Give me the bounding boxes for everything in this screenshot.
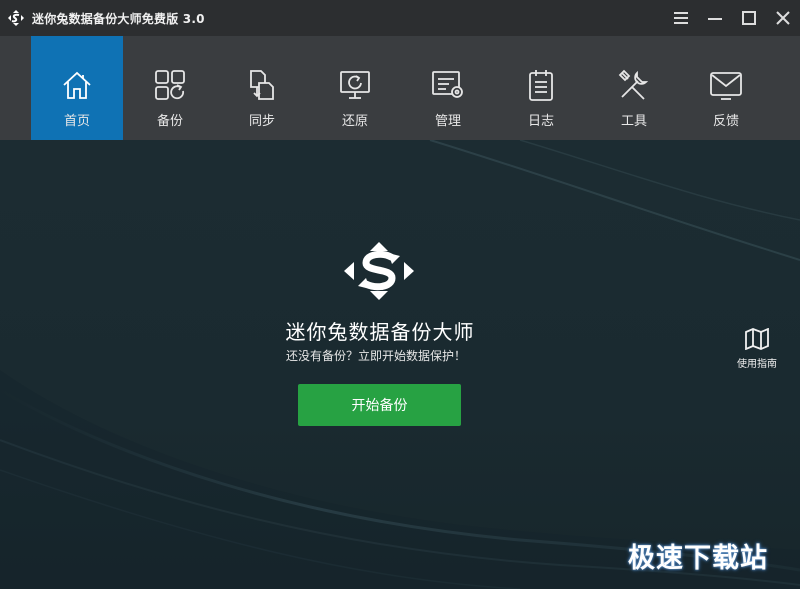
maximize-button[interactable] <box>732 0 766 36</box>
user-guide-button[interactable]: 使用指南 <box>730 328 784 370</box>
app-logo-icon <box>8 10 24 26</box>
app-title: 迷你兔数据备份大师免费版 3.0 <box>32 11 205 26</box>
nav-item-sync[interactable]: 同步 <box>216 36 308 140</box>
background-waves <box>0 140 800 589</box>
nav-item-home[interactable]: 首页 <box>31 36 123 140</box>
nav-item-restore[interactable]: 还原 <box>309 36 401 140</box>
nav-item-manage[interactable]: 管理 <box>402 36 494 140</box>
nav-label-manage: 管理 <box>434 114 461 129</box>
subtitle-text: 还没有备份？立即开始数据保护！ <box>285 349 466 363</box>
watermark-text: 极速下载站 <box>628 543 768 574</box>
nav-item-backup[interactable]: 备份 <box>124 36 216 140</box>
book-map-icon <box>745 328 769 350</box>
product-name: 迷你兔数据备份大师 <box>285 320 475 344</box>
hamburger-menu-icon <box>674 12 688 24</box>
restore-icon <box>338 68 372 102</box>
manage-icon <box>431 68 465 102</box>
nav-label-backup: 备份 <box>156 114 183 129</box>
minimize-button[interactable] <box>698 0 732 36</box>
user-guide-label: 使用指南 <box>737 359 777 370</box>
log-icon <box>524 68 558 102</box>
start-backup-button[interactable]: 开始备份 <box>298 384 461 426</box>
tools-icon <box>617 68 651 102</box>
home-icon <box>60 68 94 102</box>
nav-label-sync: 同步 <box>248 114 275 129</box>
nav-label-home: 首页 <box>63 114 90 129</box>
product-logo-icon <box>344 242 414 300</box>
menu-button[interactable] <box>664 0 698 36</box>
nav-item-log[interactable]: 日志 <box>495 36 587 140</box>
nav-item-tools[interactable]: 工具 <box>588 36 680 140</box>
close-icon <box>776 11 790 25</box>
nav-label-feedback: 反馈 <box>712 114 739 129</box>
sync-icon <box>245 68 279 102</box>
nav-item-feedback[interactable]: 反馈 <box>680 36 772 140</box>
home-panel: 迷你兔数据备份大师 还没有备份？立即开始数据保护！ 开始备份 使用指南 极速下载… <box>0 140 800 589</box>
title-bar: 迷你兔数据备份大师免费版 3.0 <box>0 0 800 36</box>
nav-label-restore: 还原 <box>341 114 368 129</box>
nav-label-log: 日志 <box>527 114 554 129</box>
feedback-icon <box>709 68 743 102</box>
backup-icon <box>153 68 187 102</box>
close-button[interactable] <box>766 0 800 36</box>
minimize-icon <box>708 18 722 20</box>
maximize-icon <box>742 11 756 25</box>
window-controls <box>664 0 800 36</box>
main-toolbar: 首页 备份 同步 还原 管理 日志 工具 反馈 <box>0 36 800 140</box>
nav-label-tools: 工具 <box>620 114 647 129</box>
